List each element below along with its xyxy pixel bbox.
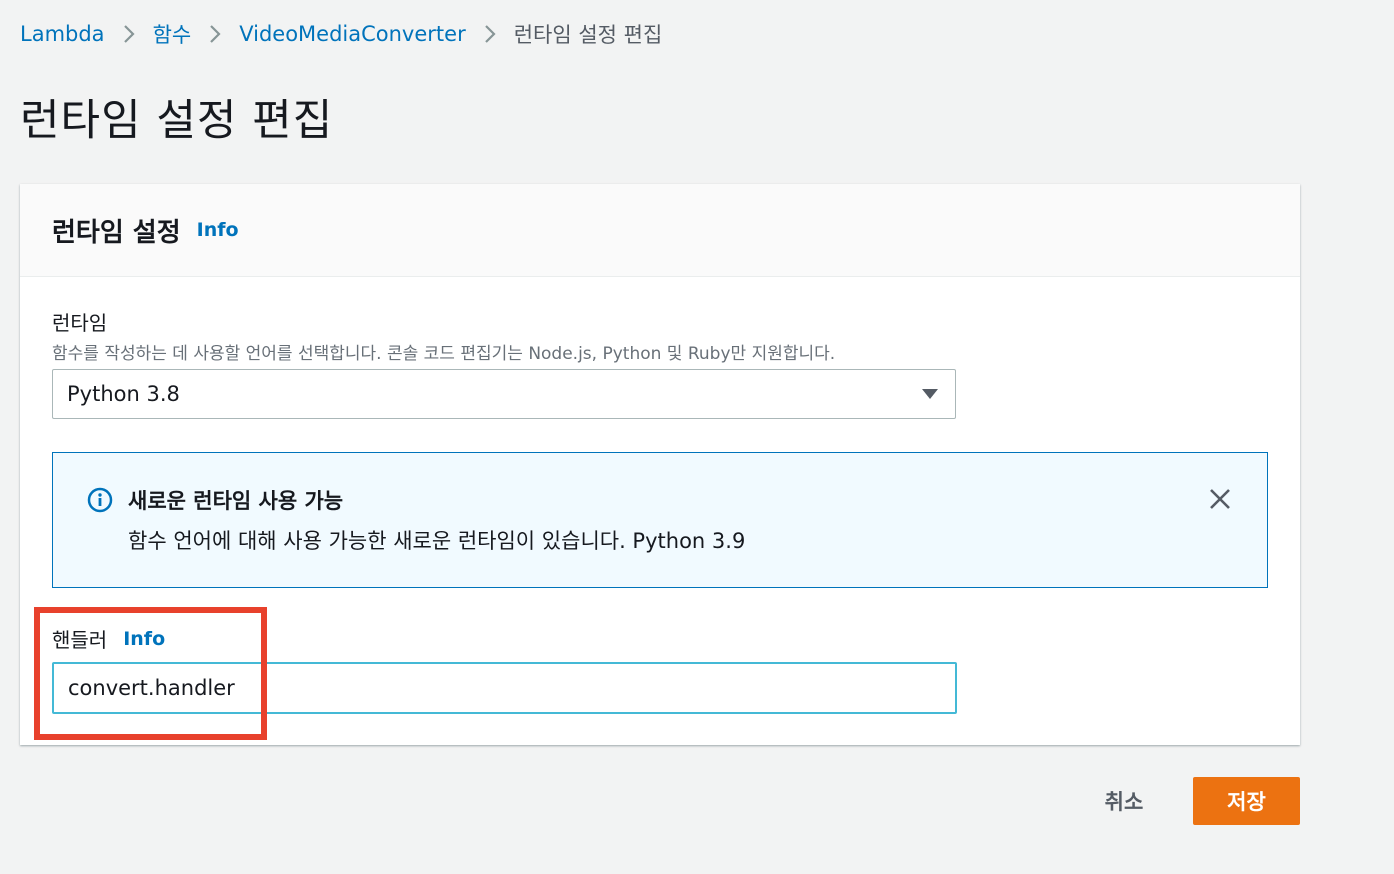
page-title: 런타임 설정 편집 bbox=[20, 96, 334, 146]
handler-label-row: 핸들러 Info bbox=[52, 624, 165, 653]
handler-info-link[interactable]: Info bbox=[123, 628, 165, 650]
new-runtime-alert: 새로운 런타임 사용 가능 함수 언어에 대해 사용 가능한 새로운 런타임이 … bbox=[52, 452, 1268, 588]
runtime-label: 런타임 bbox=[52, 311, 108, 335]
breadcrumb-functions[interactable]: 함수 bbox=[153, 19, 192, 49]
runtime-select[interactable]: Python 3.8 bbox=[52, 369, 956, 419]
runtime-description: 함수를 작성하는 데 사용할 언어를 선택합니다. 콘솔 코드 편집기는 Nod… bbox=[52, 344, 836, 364]
alert-message: 함수 언어에 대해 사용 가능한 새로운 런타임이 있습니다. Python 3… bbox=[128, 529, 746, 553]
panel-header: 런타임 설정 Info bbox=[20, 184, 1300, 277]
handler-label: 핸들러 bbox=[52, 628, 108, 652]
chevron-right-icon bbox=[209, 24, 221, 44]
chevron-right-icon bbox=[123, 24, 135, 44]
alert-title: 새로운 런타임 사용 가능 bbox=[128, 489, 344, 513]
breadcrumb-function-name[interactable]: VideoMediaConverter bbox=[239, 22, 466, 46]
breadcrumb-current: 런타임 설정 편집 bbox=[513, 23, 663, 47]
breadcrumb-lambda[interactable]: Lambda bbox=[20, 22, 105, 46]
cancel-button[interactable]: 취소 bbox=[1088, 778, 1160, 824]
handler-input[interactable] bbox=[52, 662, 957, 714]
save-button[interactable]: 저장 bbox=[1193, 777, 1300, 825]
chevron-right-icon bbox=[484, 24, 496, 44]
page: Lambda 함수 VideoMediaConverter 런타임 설정 편집 … bbox=[0, 0, 1394, 874]
runtime-settings-panel: 런타임 설정 Info 런타임 함수를 작성하는 데 사용할 언어를 선택합니다… bbox=[20, 184, 1300, 745]
close-icon[interactable] bbox=[1209, 488, 1231, 514]
panel-info-link[interactable]: Info bbox=[197, 219, 239, 241]
panel-title: 런타임 설정 bbox=[52, 217, 181, 248]
caret-down-icon bbox=[921, 388, 939, 400]
info-circle-icon bbox=[87, 487, 113, 517]
runtime-selected-value: Python 3.8 bbox=[67, 382, 180, 406]
breadcrumb: Lambda 함수 VideoMediaConverter 런타임 설정 편집 bbox=[20, 18, 662, 50]
